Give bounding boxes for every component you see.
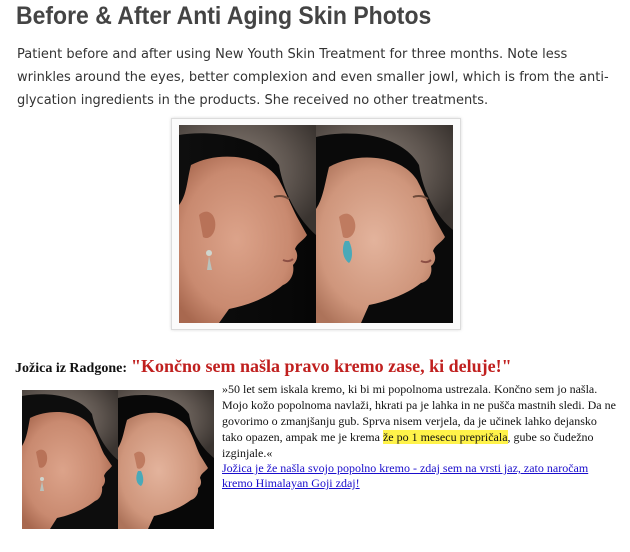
testimonial-highlight: že po 1 mesecu prepričala (382, 430, 508, 444)
testimonial-heading: Jožica iz Radgone: "Končno sem našla pra… (15, 356, 512, 377)
page-title: Before & After Anti Aging Skin Photos (16, 2, 432, 30)
testimonial-author: Jožica iz Radgone: (15, 361, 127, 376)
order-cta-link[interactable]: Jožica je že našla svojo popolno kremo -… (222, 461, 612, 491)
article-description: Patient before and after using New Youth… (17, 47, 609, 108)
testimonial-photo (22, 390, 214, 529)
before-after-photo (179, 125, 453, 323)
testimonial-headline: "Končno sem našla pravo kremo zase, ki d… (130, 356, 512, 376)
testimonial-text: »50 let sem iskala kremo, ki bi mi popol… (222, 381, 620, 461)
before-after-photo-frame (171, 118, 461, 330)
